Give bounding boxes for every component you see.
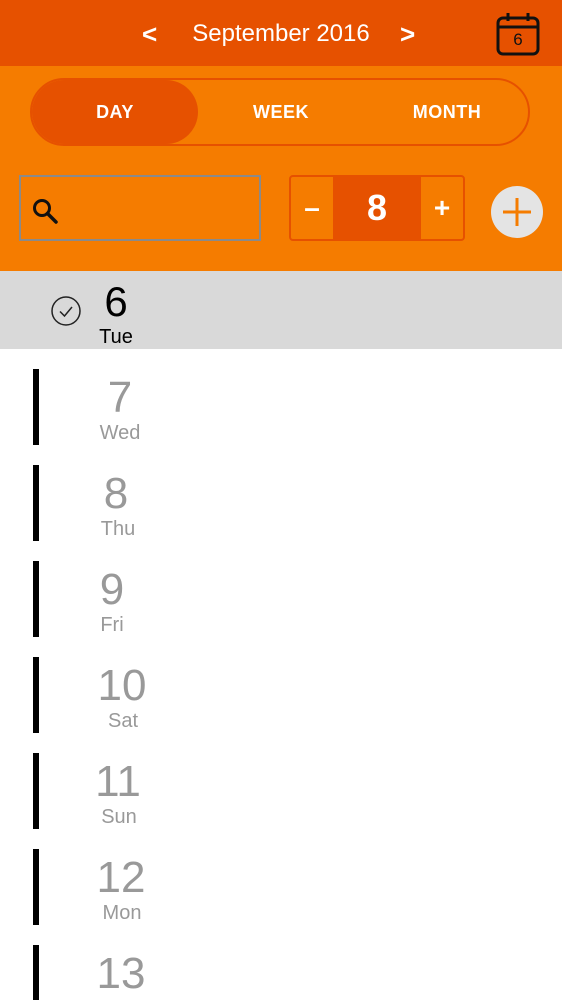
day-divider-bar: [33, 465, 39, 541]
day-number: 11: [95, 757, 141, 806]
calendar-icon-day: 6: [513, 30, 523, 49]
day-number: 7: [107, 373, 133, 422]
prev-month-button[interactable]: <: [142, 14, 157, 54]
search-input[interactable]: [65, 187, 251, 231]
tab-day[interactable]: DAY: [32, 80, 198, 144]
day-name: Wed: [99, 422, 141, 444]
day-row[interactable]: 10 Sat: [0, 657, 562, 753]
tab-week[interactable]: WEEK: [198, 80, 364, 144]
day-divider-bar: [33, 753, 39, 829]
day-number: 9: [99, 565, 125, 614]
day-row[interactable]: 13: [0, 945, 562, 1000]
day-divider-bar: [33, 369, 39, 445]
day-row[interactable]: 8 Thu: [0, 465, 562, 561]
plus-icon: [503, 198, 531, 226]
search-icon: [33, 199, 58, 224]
decrement-button[interactable]: –: [291, 177, 333, 239]
add-event-button[interactable]: [491, 186, 543, 238]
view-segment-control: DAY WEEK MONTH: [30, 78, 530, 146]
day-number: 12: [96, 853, 146, 902]
day-divider-bar: [33, 945, 39, 1000]
controls-panel: DAY WEEK MONTH – 8 +: [0, 66, 562, 271]
day-row[interactable]: 9 Fri: [0, 561, 562, 657]
stepper-value: 8: [333, 177, 421, 239]
increment-button[interactable]: +: [421, 177, 463, 239]
today-button[interactable]: 6: [496, 12, 540, 56]
day-row[interactable]: 12 Mon: [0, 849, 562, 945]
day-name: Thu: [100, 518, 136, 540]
next-month-button[interactable]: >: [400, 14, 415, 54]
day-name: Fri: [100, 614, 124, 636]
day-number: 6: [104, 278, 128, 325]
day-row[interactable]: 11 Sun: [0, 753, 562, 849]
day-number: 8: [103, 469, 129, 518]
search-box[interactable]: [19, 175, 261, 241]
day-row-selected[interactable]: 6 Tue: [0, 271, 562, 349]
month-title: September 2016: [192, 20, 370, 47]
tab-month[interactable]: MONTH: [364, 80, 530, 144]
day-number: 10: [97, 661, 147, 710]
day-number: 13: [96, 949, 146, 998]
day-divider-bar: [33, 657, 39, 733]
day-name: Sun: [101, 806, 137, 828]
day-name: Tue: [99, 326, 133, 348]
day-name: Mon: [102, 902, 142, 924]
day-name: Sat: [107, 710, 139, 732]
top-bar: < September 2016 > 6: [0, 0, 562, 66]
day-row[interactable]: 7 Wed: [0, 369, 562, 465]
quantity-stepper: – 8 +: [289, 175, 465, 241]
day-divider-bar: [33, 849, 39, 925]
day-divider-bar: [33, 561, 39, 637]
